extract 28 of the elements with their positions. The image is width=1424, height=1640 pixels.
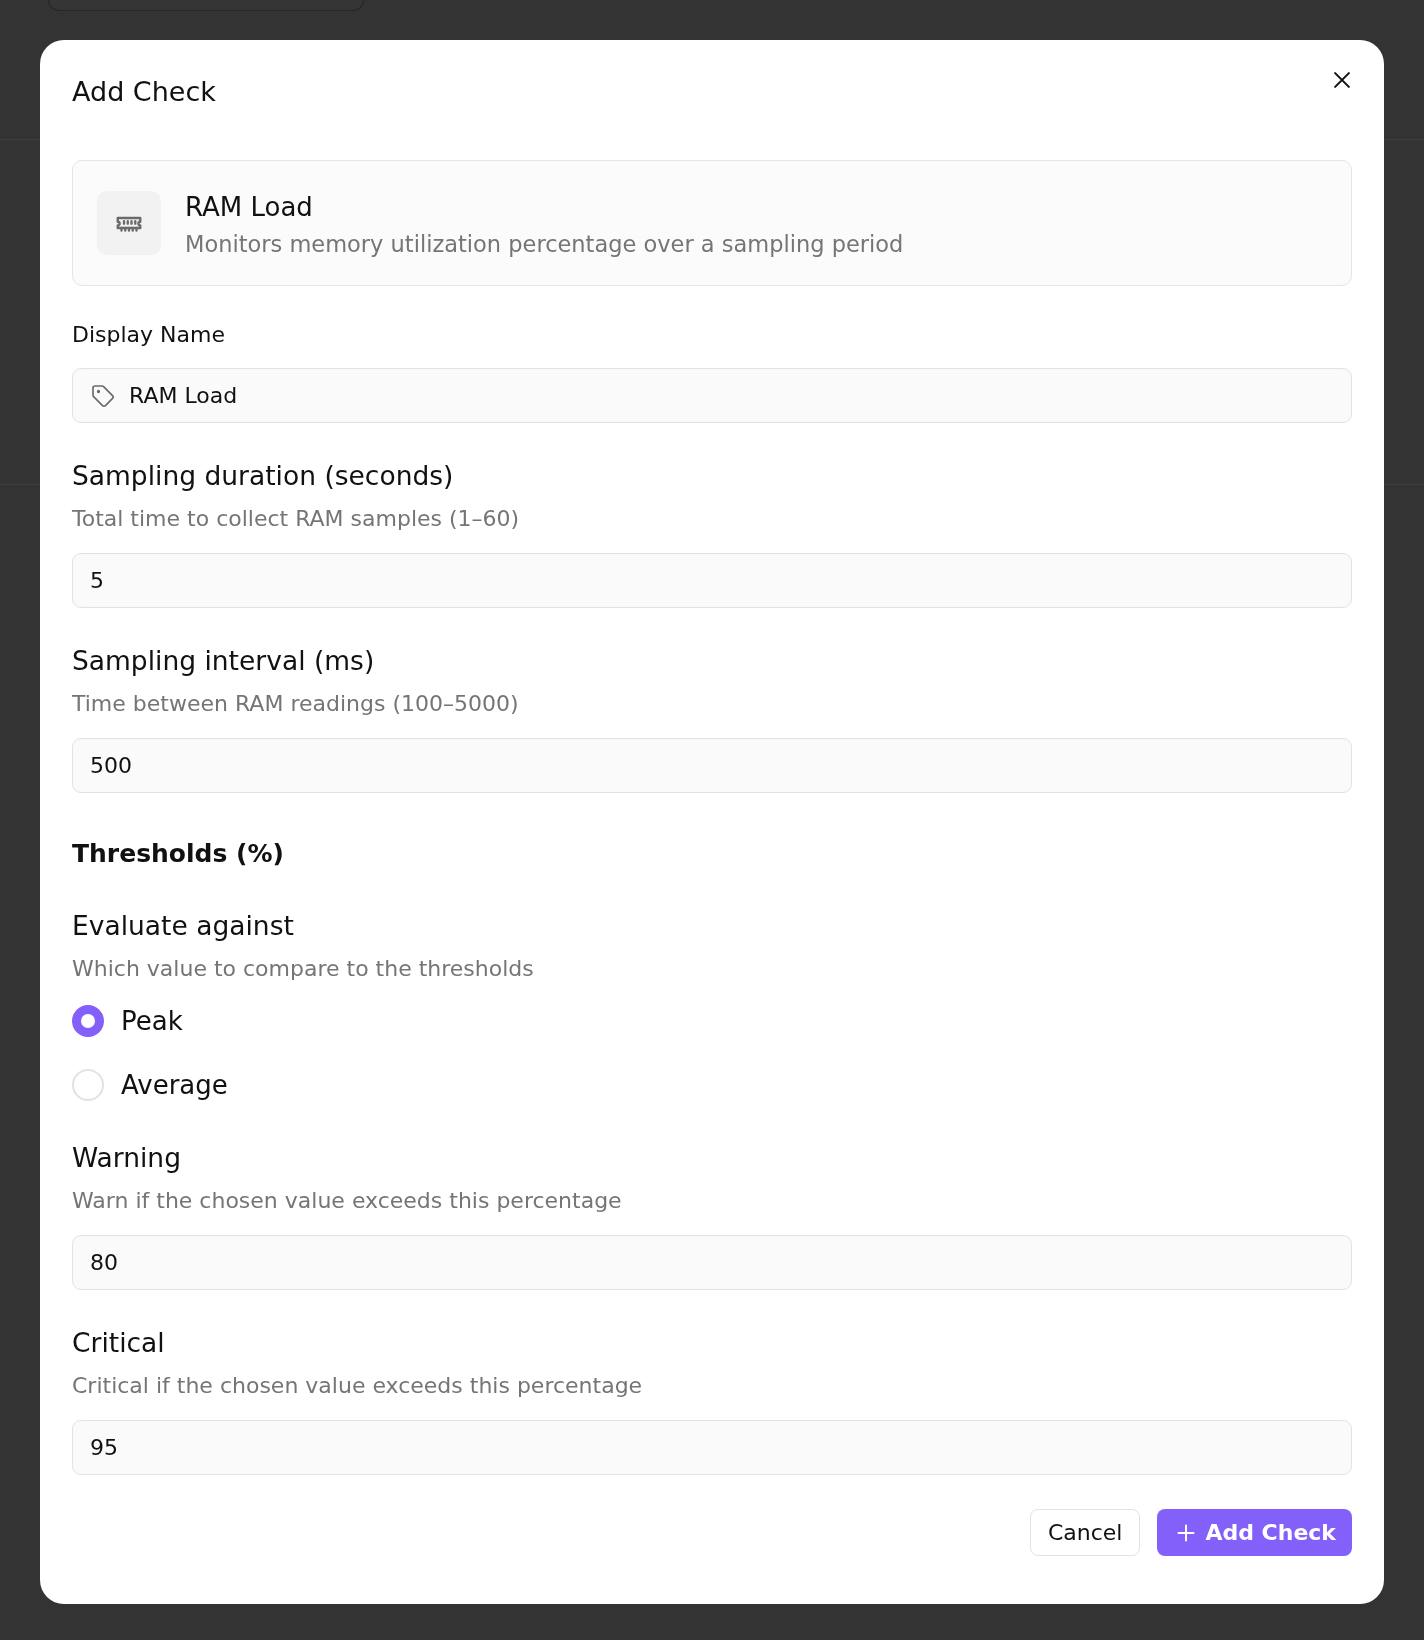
- add-check-button[interactable]: Add Check: [1157, 1509, 1352, 1556]
- tag-icon: [91, 383, 115, 408]
- check-type-description: Monitors memory utilization percentage over a sampling period: [185, 230, 904, 258]
- section-heading: Thresholds (%): [72, 838, 284, 870]
- check-type-title: RAM Load: [185, 191, 313, 224]
- field-hint: Which value to compare to the thresholds: [72, 955, 534, 983]
- field-label: Sampling interval (ms): [72, 644, 375, 678]
- field-hint: Warn if the chosen value exceeds this percentage: [72, 1187, 622, 1215]
- memory-icon: [97, 191, 161, 255]
- field-label: Critical: [72, 1326, 165, 1360]
- radio-option[interactable]: Average: [72, 1065, 228, 1105]
- number-field[interactable]: 80: [72, 1235, 1352, 1290]
- number-field[interactable]: 500: [72, 738, 1352, 793]
- field-hint: Total time to collect RAM samples (1–60): [72, 505, 520, 533]
- plus-icon: [1177, 1523, 1196, 1542]
- number-field[interactable]: 95: [72, 1420, 1352, 1475]
- field-hint: Time between RAM readings (100–5000): [72, 690, 519, 718]
- number-field[interactable]: 5: [72, 553, 1352, 608]
- radio-option[interactable]: Peak: [72, 1001, 183, 1041]
- field-hint: Critical if the chosen value exceeds this percentage: [72, 1372, 643, 1400]
- field-label: Display Name: [72, 321, 225, 349]
- cancel-button[interactable]: Cancel: [1029, 1509, 1141, 1556]
- field-label: Warning: [72, 1141, 181, 1175]
- dialog-title: Add Check: [72, 75, 216, 109]
- text-field[interactable]: RAM Load: [72, 368, 1352, 423]
- field-label: Evaluate against: [72, 909, 294, 943]
- close-icon: [1334, 72, 1350, 88]
- field-label: Sampling duration (seconds): [72, 459, 454, 493]
